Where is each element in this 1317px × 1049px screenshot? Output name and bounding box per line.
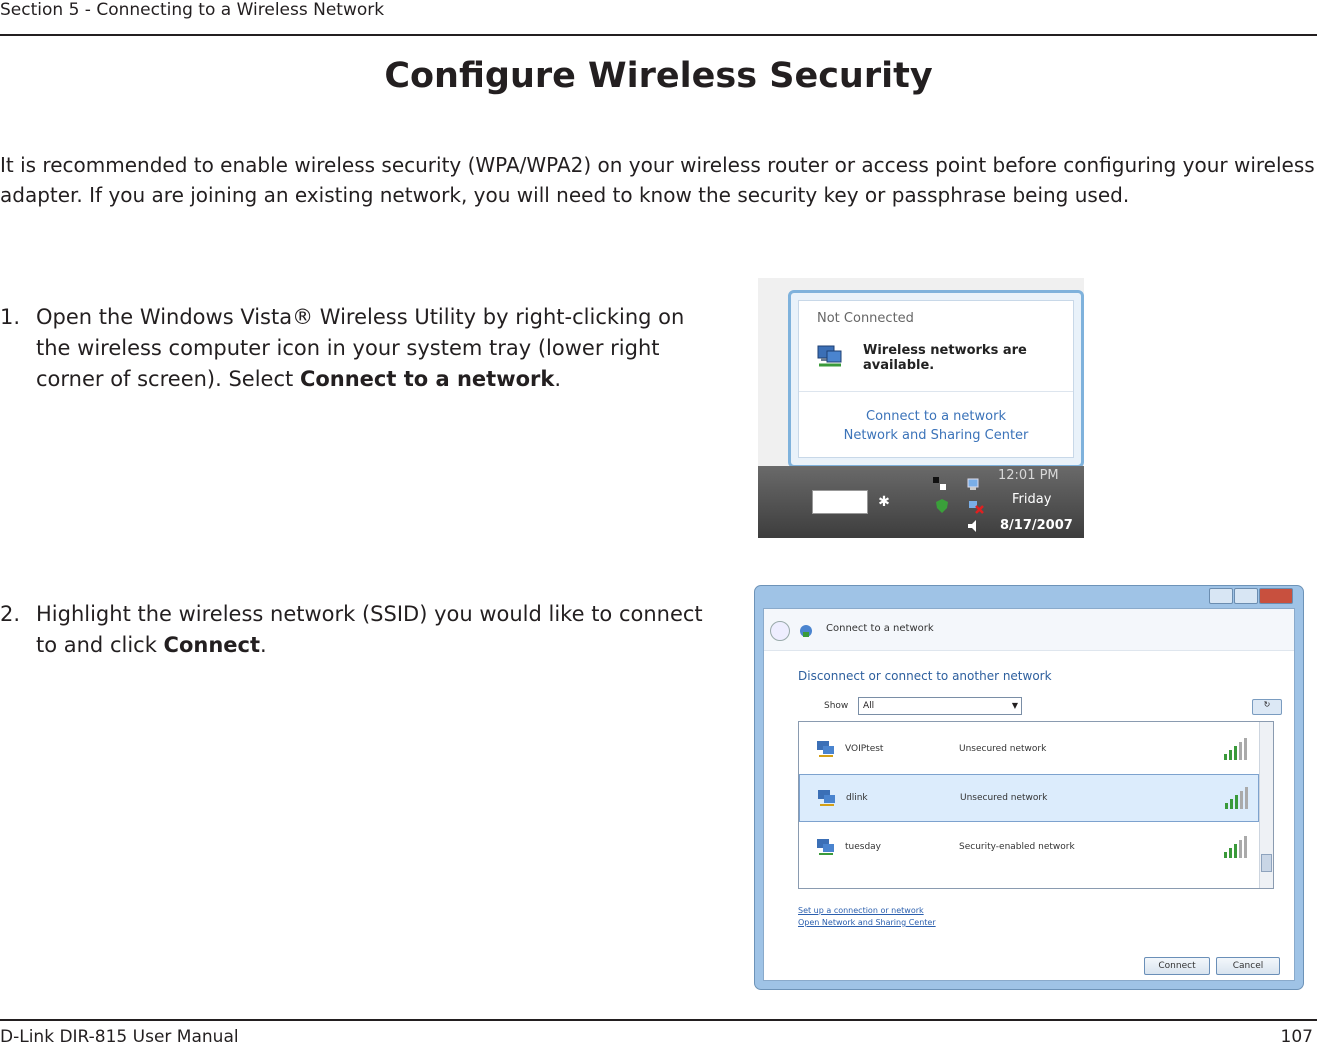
connection-status: Not Connected xyxy=(817,311,914,326)
tray-popup-screenshot: Not Connected Wireless networks are avai… xyxy=(758,278,1084,538)
refresh-button[interactable]: ↻ xyxy=(1252,699,1282,715)
signal-strength-icon xyxy=(1224,836,1247,858)
network-name: tuesday xyxy=(845,842,882,852)
open-sharing-center-link[interactable]: Open Network and Sharing Center xyxy=(798,917,936,929)
step-1: 1. Open the Windows Vista® Wireless Util… xyxy=(0,302,720,395)
step-2: 2. Highlight the wireless network (SSID)… xyxy=(0,599,720,661)
network-name: VOIPtest xyxy=(845,744,884,754)
manual-name: D-Link DIR-815 User Manual xyxy=(0,1027,239,1047)
window-controls xyxy=(1209,588,1293,604)
scrollbar-thumb[interactable] xyxy=(1261,854,1272,872)
close-button[interactable] xyxy=(1259,588,1293,604)
connect-dialog-screenshot: Connect to a network Disconnect or conne… xyxy=(754,585,1304,990)
wireless-network-icon xyxy=(818,790,835,806)
tray-blank-box xyxy=(812,490,868,514)
disconnected-x-icon xyxy=(969,501,984,514)
back-arrow-icon[interactable] xyxy=(770,621,790,641)
minimize-button[interactable] xyxy=(1209,588,1233,604)
wireless-network-icon xyxy=(817,741,834,757)
network-name: dlink xyxy=(846,793,868,803)
step-bold-text: Connect to a network xyxy=(299,367,555,391)
wireless-network-icon xyxy=(817,839,834,855)
network-list-scrollbar[interactable] xyxy=(1259,722,1273,888)
security-shield-icon xyxy=(936,499,948,513)
tray-date: 8/17/2007 xyxy=(1000,518,1073,533)
intro-paragraph: It is recommended to enable wireless sec… xyxy=(0,153,1315,207)
show-label: Show xyxy=(824,701,849,711)
network-row-tuesday[interactable]: tuesday Security-enabled network xyxy=(799,824,1259,872)
dropdown-arrow-icon: ▼ xyxy=(1011,701,1018,710)
step-number: 1. xyxy=(0,305,21,329)
step-bold-text: Connect xyxy=(163,633,261,657)
setup-connection-link[interactable]: Set up a connection or network xyxy=(798,905,936,917)
page-number: 107 xyxy=(1280,1027,1313,1047)
signal-strength-icon xyxy=(1224,738,1247,760)
tray-time: 12:01 PM xyxy=(998,468,1059,483)
page-title: Configure Wireless Security xyxy=(384,56,933,96)
speaker-icon xyxy=(968,520,976,532)
network-sharing-center-link[interactable]: Network and Sharing Center xyxy=(799,428,1073,443)
dialog-subtitle: Disconnect or connect to another network xyxy=(798,669,1052,683)
networks-available-text: Wireless networks are available. xyxy=(863,343,1027,373)
signal-strength-icon xyxy=(1225,787,1248,809)
network-globe-icon xyxy=(800,625,812,637)
network-popup: Not Connected Wireless networks are avai… xyxy=(788,290,1084,468)
power-plug-icon: ✱ xyxy=(878,494,890,510)
network-security: Security-enabled network xyxy=(959,842,1075,852)
network-row-dlink[interactable]: dlink Unsecured network xyxy=(799,774,1259,822)
cancel-button[interactable]: Cancel xyxy=(1216,957,1280,975)
step-text: Open the Windows Vista® Wireless Utility… xyxy=(36,305,685,391)
dialog-links: Set up a connection or network Open Netw… xyxy=(798,905,936,929)
tray-day: Friday xyxy=(1012,492,1052,507)
wireless-network-icon xyxy=(817,345,842,367)
show-filter-select[interactable]: All ▼ xyxy=(858,697,1022,715)
connect-to-network-link[interactable]: Connect to a network xyxy=(799,409,1073,424)
section-header: Section 5 - Connecting to a Wireless Net… xyxy=(0,0,385,20)
top-rule xyxy=(0,34,1317,36)
network-icon xyxy=(933,477,946,490)
dialog-body: Connect to a network Disconnect or conne… xyxy=(763,608,1295,981)
step-text: Highlight the wireless network (SSID) yo… xyxy=(36,602,703,657)
network-security: Unsecured network xyxy=(960,793,1048,803)
connect-button[interactable]: Connect xyxy=(1144,957,1210,975)
dialog-title: Connect to a network xyxy=(826,623,934,634)
system-tray: ✱ 12:01 PM Friday 8/17/2007 xyxy=(758,466,1084,538)
bottom-rule xyxy=(0,1019,1317,1021)
dialog-nav-bar: Connect to a network xyxy=(764,609,1294,651)
network-list: VOIPtest Unsecured network dlink Unsecur… xyxy=(798,721,1274,889)
maximize-button[interactable] xyxy=(1234,588,1258,604)
network-security: Unsecured network xyxy=(959,744,1047,754)
network-row-voiptest[interactable]: VOIPtest Unsecured network xyxy=(799,726,1259,774)
step-number: 2. xyxy=(0,602,21,626)
wireless-tray-icon[interactable] xyxy=(966,476,982,492)
